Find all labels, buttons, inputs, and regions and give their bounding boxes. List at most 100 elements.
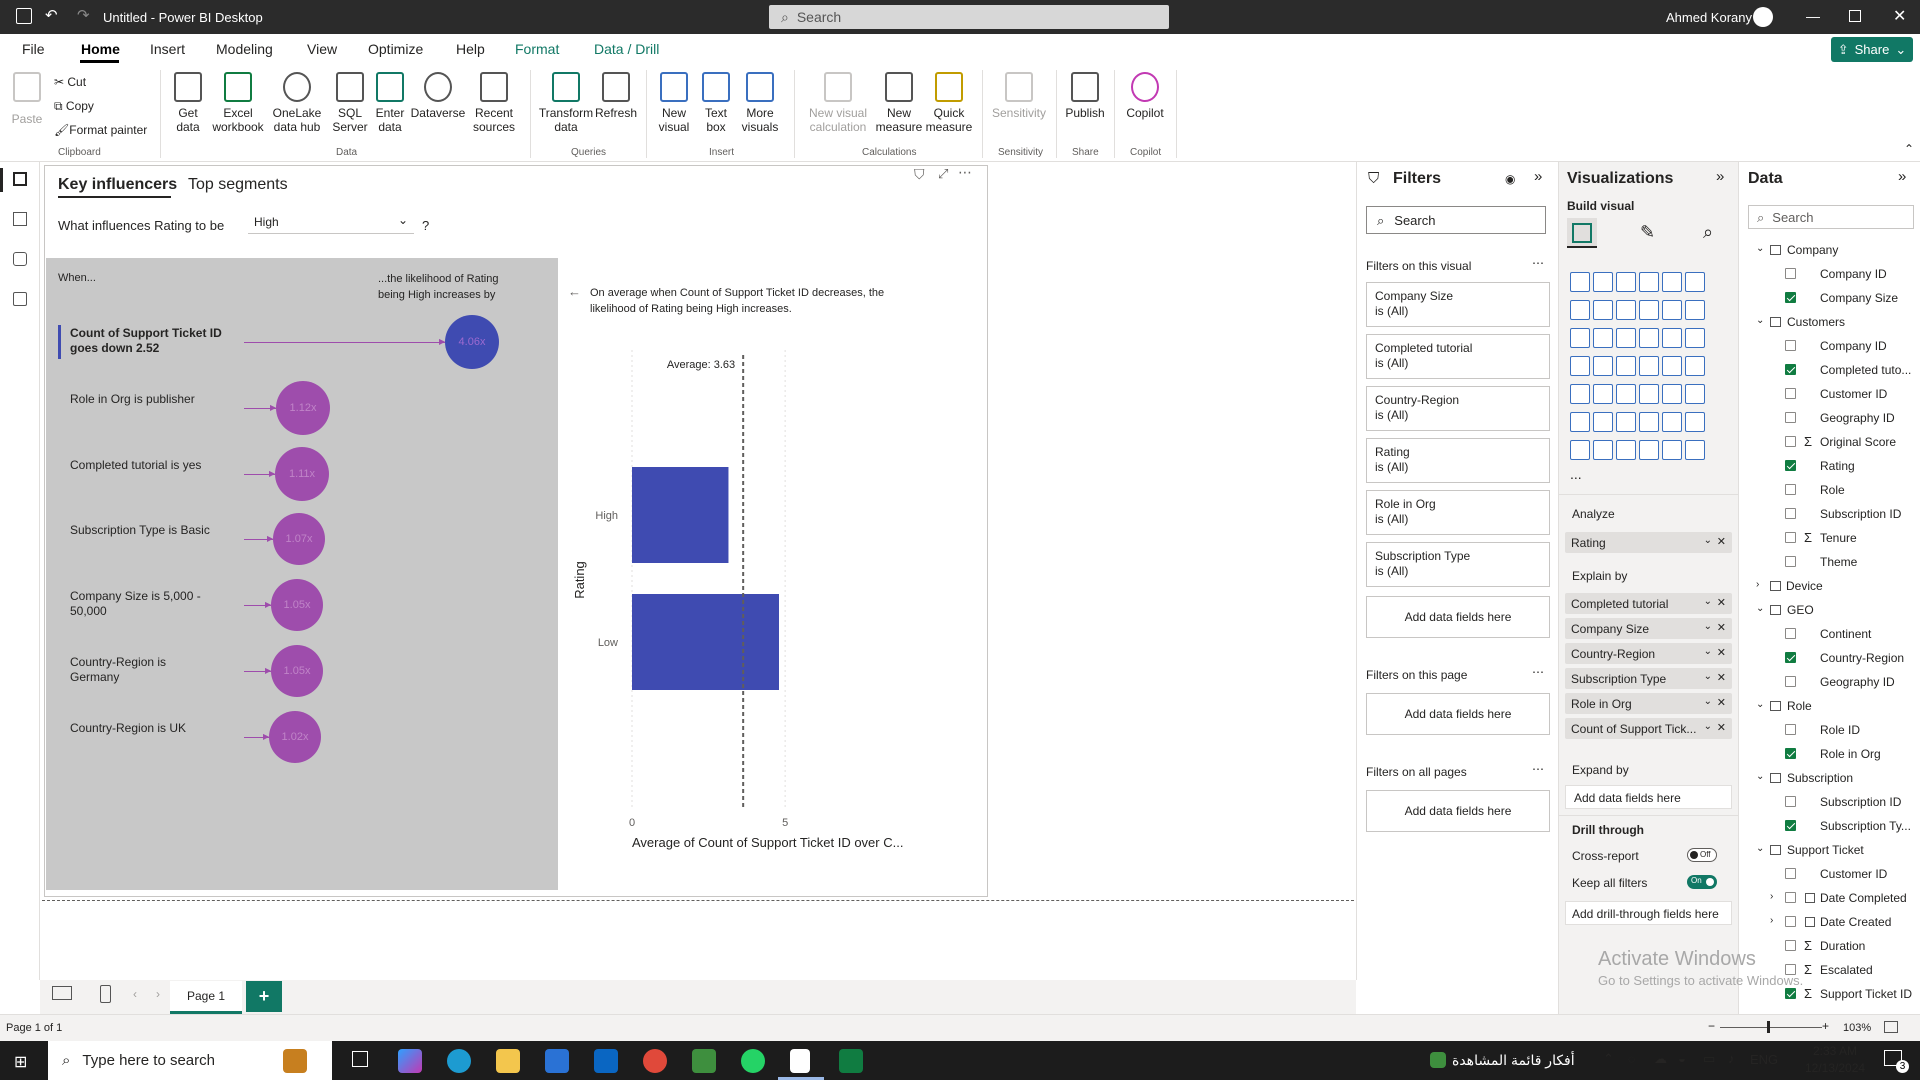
outlook-icon[interactable] <box>594 1049 618 1073</box>
chevron-left-icon[interactable]: ‹ <box>133 987 137 1001</box>
new-visual-button[interactable]: New visual <box>656 72 692 134</box>
expand-chevron-icon[interactable]: › <box>1770 891 1773 902</box>
language-indicator[interactable]: ENG <box>1750 1052 1778 1067</box>
visual-type-icon[interactable] <box>1616 440 1636 460</box>
news-widget-text[interactable]: أفكار قائمة المشاهدة <box>1452 1052 1575 1069</box>
minimize-icon[interactable]: — <box>1806 8 1820 24</box>
explain-field-well[interactable]: Count of Support Tick... ⌄ ✕ <box>1565 718 1732 739</box>
data-search-input[interactable]: ⌕ Search <box>1748 205 1914 229</box>
build-visual-tab[interactable] <box>1567 218 1597 248</box>
field-checkbox[interactable] <box>1785 556 1796 567</box>
collapse-data-icon[interactable]: » <box>1898 168 1906 185</box>
remove-icon[interactable]: ✕ <box>1717 646 1726 659</box>
table-name[interactable]: Role <box>1787 699 1812 713</box>
visual-type-icon[interactable] <box>1570 328 1590 348</box>
visual-type-icon[interactable] <box>1616 412 1636 432</box>
visual-type-icon[interactable] <box>1639 328 1659 348</box>
back-arrow-icon[interactable]: ← <box>568 284 581 299</box>
visual-type-icon[interactable] <box>1570 356 1590 376</box>
table-view-icon[interactable] <box>13 212 27 226</box>
influencer-label[interactable]: Subscription Type is Basic <box>70 523 210 538</box>
influence-bubble[interactable]: 4.06x <box>445 315 499 369</box>
copy-button[interactable]: ⧉ Copy <box>54 99 94 114</box>
quick-measure-button[interactable]: Quick measure <box>926 72 972 134</box>
visual-type-icon[interactable] <box>1685 328 1705 348</box>
clock-date[interactable]: 12/13/2024 <box>1805 1061 1865 1075</box>
drill-through-well[interactable]: Add drill-through fields here <box>1565 901 1732 925</box>
focus-mode-icon[interactable]: ⤢ <box>938 166 948 182</box>
expand-chevron-icon[interactable]: ⌄ <box>1756 771 1764 782</box>
fit-to-page-icon[interactable] <box>1884 1021 1898 1033</box>
explain-field-well[interactable]: Role in Org ⌄ ✕ <box>1565 693 1732 714</box>
filter-card[interactable]: Country-Region is (All) <box>1366 386 1550 431</box>
table-name[interactable]: Company <box>1787 243 1838 257</box>
sql-server-button[interactable]: SQL Server <box>330 72 370 134</box>
field-name[interactable]: Company ID <box>1820 339 1887 353</box>
new-visual-calculation-button[interactable]: New visual calculation <box>802 72 874 134</box>
table-name[interactable]: Device <box>1786 579 1823 593</box>
refresh-button[interactable]: Refresh <box>595 72 637 120</box>
enter-data-button[interactable]: Enter data <box>372 72 408 134</box>
menu-help[interactable]: Help <box>456 41 485 57</box>
field-checkbox[interactable] <box>1785 940 1796 951</box>
filter-card[interactable]: Company Size is (All) <box>1366 282 1550 327</box>
format-visual-icon[interactable]: ✎ <box>1640 222 1655 243</box>
field-name[interactable]: Continent <box>1820 627 1871 641</box>
explain-field-well[interactable]: Completed tutorial ⌄ ✕ <box>1565 593 1732 614</box>
explain-field-well[interactable]: Company Size ⌄ ✕ <box>1565 618 1732 639</box>
rating-value-dropdown[interactable]: High ⌄ <box>248 208 414 234</box>
add-page-button[interactable]: + <box>246 981 282 1012</box>
keep-filters-toggle[interactable]: On <box>1687 875 1717 889</box>
collapse-ribbon-icon[interactable]: ⌃ <box>1904 142 1914 156</box>
table-name[interactable]: Customers <box>1787 315 1845 329</box>
visual-type-icon[interactable] <box>1662 300 1682 320</box>
field-name[interactable]: Geography ID <box>1820 411 1895 425</box>
field-name[interactable]: Duration <box>1820 939 1865 953</box>
user-name[interactable]: Ahmed Korany <box>1666 10 1752 25</box>
text-box-button[interactable]: Text box <box>700 72 732 134</box>
visual-type-icon[interactable] <box>1639 384 1659 404</box>
influence-bubble[interactable]: 1.11x <box>275 447 329 501</box>
field-name[interactable]: Role in Org <box>1820 747 1881 761</box>
onelake-button[interactable]: OneLake data hub <box>268 72 326 134</box>
file-explorer-icon[interactable] <box>496 1049 520 1073</box>
dataverse-button[interactable]: Dataverse <box>410 72 466 120</box>
field-name[interactable]: Theme <box>1820 555 1857 569</box>
new-measure-button[interactable]: New measure <box>876 72 922 134</box>
transform-data-button[interactable]: Transform data <box>538 72 594 134</box>
more-options-icon[interactable]: ⋯ <box>1532 762 1544 776</box>
maximize-icon[interactable] <box>1849 10 1861 22</box>
search-input[interactable]: ⌕ Search <box>769 5 1169 29</box>
visual-type-icon[interactable] <box>1593 440 1613 460</box>
field-name[interactable]: Date Completed <box>1820 891 1907 905</box>
undo-icon[interactable]: ↶ <box>45 6 58 24</box>
field-checkbox[interactable] <box>1785 460 1796 471</box>
visual-type-icon[interactable] <box>1593 300 1613 320</box>
more-visuals-icon[interactable]: ... <box>1570 466 1582 482</box>
table-name[interactable]: GEO <box>1787 603 1814 617</box>
excel-app-icon[interactable] <box>839 1049 863 1073</box>
field-checkbox[interactable] <box>1785 268 1796 279</box>
visual-type-icon[interactable] <box>1639 300 1659 320</box>
table-name[interactable]: Support Ticket <box>1787 843 1864 857</box>
visual-type-icon[interactable] <box>1685 272 1705 292</box>
field-checkbox[interactable] <box>1785 724 1796 735</box>
tab-key-influencers[interactable]: Key influencers <box>58 176 177 194</box>
model-view-icon[interactable] <box>13 252 27 266</box>
influencer-label[interactable]: Country-Region is Germany <box>70 655 210 685</box>
visual-type-icon[interactable] <box>1593 412 1613 432</box>
expand-chevron-icon[interactable]: ⌄ <box>1756 315 1764 326</box>
share-button[interactable]: ⇪ Share ⌄ <box>1831 37 1913 62</box>
visual-type-icon[interactable] <box>1570 272 1590 292</box>
influence-bubble[interactable]: 1.05x <box>271 579 323 631</box>
zoom-in-icon[interactable]: + <box>1822 1019 1829 1033</box>
visual-type-icon[interactable] <box>1662 440 1682 460</box>
filter-card[interactable]: Role in Org is (All) <box>1366 490 1550 535</box>
influencer-label[interactable]: Count of Support Ticket ID goes down 2.5… <box>70 326 230 356</box>
windows-start-icon[interactable]: ⊞ <box>14 1052 27 1072</box>
recent-sources-button[interactable]: Recent sources <box>466 72 522 134</box>
expand-chevron-icon[interactable]: › <box>1756 579 1759 590</box>
field-checkbox[interactable] <box>1785 436 1796 447</box>
influencer-label[interactable]: Country-Region is UK <box>70 721 210 736</box>
expand-by-well[interactable]: Add data fields here <box>1565 785 1732 809</box>
